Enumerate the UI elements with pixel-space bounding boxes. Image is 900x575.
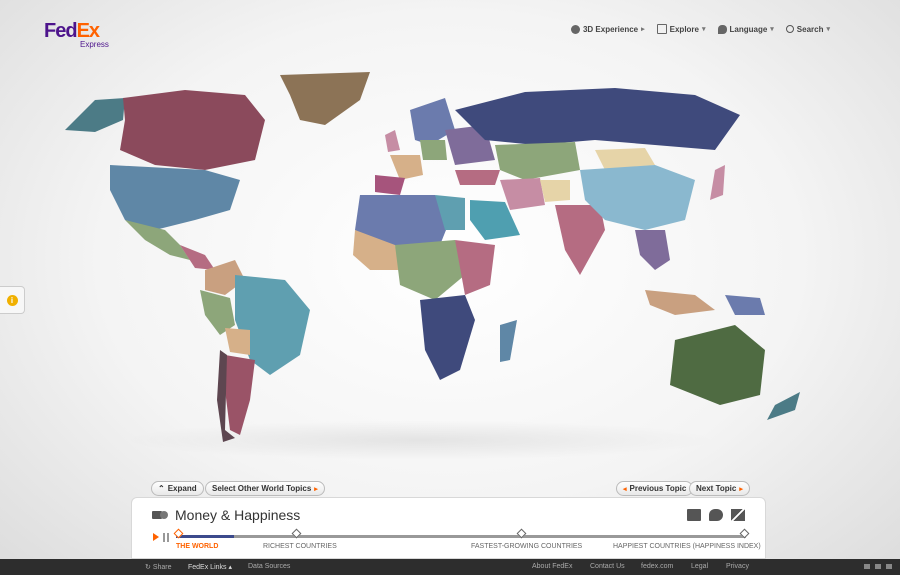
timeline-label-world[interactable]: THE WORLD <box>176 543 218 550</box>
select-topics-button[interactable]: Select Other World Topics ▸ <box>205 481 325 496</box>
logo-sub: Express <box>80 40 109 49</box>
topic-title: Money & Happiness <box>175 507 301 523</box>
country-peru[interactable] <box>200 290 235 335</box>
nav-language[interactable]: Language ▾ <box>717 24 774 34</box>
globe-icon <box>570 24 580 34</box>
timeline-marker[interactable] <box>739 528 750 539</box>
print-icon[interactable] <box>687 509 701 521</box>
topic-panel: Money & Happiness THE WORLD RICHEST COUN… <box>131 497 766 559</box>
select-topics-label: Select Other World Topics <box>212 484 312 493</box>
nav-3d-experience[interactable]: 3D Experience ▸ <box>570 24 645 34</box>
country-bolivia[interactable] <box>225 328 250 355</box>
footer-share-label: Share <box>152 564 172 571</box>
nav-search[interactable]: Search ▾ <box>785 24 830 34</box>
country-france[interactable] <box>390 155 423 180</box>
info-tab[interactable]: i <box>0 286 25 314</box>
rewind-icon[interactable] <box>864 564 870 569</box>
footer-data-sources[interactable]: Data Sources <box>248 563 290 570</box>
sound-icon[interactable] <box>886 564 892 569</box>
nav-search-label: Search <box>796 24 824 34</box>
country-east-africa[interactable] <box>455 240 495 295</box>
timeline-marker[interactable] <box>516 528 527 539</box>
country-canada[interactable] <box>120 90 265 170</box>
info-icon: i <box>6 294 18 306</box>
timeline-label-fastest[interactable]: FASTEST-GROWING COUNTRIES <box>471 543 582 550</box>
country-usa[interactable] <box>110 165 240 230</box>
chevron-right-icon: ▸ <box>641 26 645 33</box>
speech-bubble-icon <box>717 24 727 34</box>
country-germany[interactable] <box>420 140 447 160</box>
expand-label: Expand <box>167 484 197 493</box>
timeline-label-richest[interactable]: RICHEST COUNTRIES <box>263 543 337 550</box>
previous-topic-button[interactable]: ◂ Previous Topic <box>616 481 694 496</box>
next-topic-label: Next Topic <box>696 484 737 493</box>
country-new-guinea[interactable] <box>725 295 765 315</box>
footer-controls <box>864 564 892 569</box>
nav-explore-label: Explore <box>669 24 699 34</box>
country-greenland[interactable] <box>280 72 370 125</box>
logo-ex: Ex <box>76 20 100 42</box>
expand-button[interactable]: ⌃ Expand <box>151 481 204 496</box>
footer-privacy[interactable]: Privacy <box>726 563 749 570</box>
country-indonesia[interactable] <box>645 290 715 315</box>
share-arrows-icon[interactable] <box>731 509 745 521</box>
money-icon <box>152 511 168 519</box>
country-russia[interactable] <box>455 88 740 150</box>
comment-icon[interactable] <box>709 509 723 521</box>
country-central-africa[interactable] <box>395 240 465 300</box>
footer-legal[interactable]: Legal <box>691 563 708 570</box>
chevron-left-icon: ◂ <box>623 485 627 493</box>
footer-contact[interactable]: Contact Us <box>590 563 625 570</box>
top-navigation: 3D Experience ▸ Explore ▾ Language ▾ Sea… <box>570 24 830 34</box>
nav-3d-experience-label: 3D Experience <box>582 24 639 34</box>
footer-bar: ↻ Share FedEx Links ▴ Data Sources About… <box>0 559 900 575</box>
footer-about[interactable]: About FedEx <box>532 563 572 570</box>
sitemap-icon <box>656 24 667 34</box>
country-new-zealand[interactable] <box>767 392 800 420</box>
footer-fedex-links-label: FedEx Links <box>188 564 227 571</box>
topic-timeline[interactable] <box>173 528 750 539</box>
timeline-marker[interactable] <box>291 528 302 539</box>
country-southern-africa[interactable] <box>420 295 475 380</box>
chevron-down-icon: ▾ <box>770 26 774 33</box>
chevron-right-icon: ▸ <box>314 485 318 493</box>
timeline-progress <box>176 535 234 538</box>
country-japan[interactable] <box>710 165 725 200</box>
country-uk[interactable] <box>385 130 400 152</box>
nav-language-label: Language <box>729 24 768 34</box>
chevron-right-icon: ▸ <box>739 485 743 493</box>
country-alaska[interactable] <box>65 98 125 132</box>
country-iran[interactable] <box>500 178 545 210</box>
timeline-label-happiest[interactable]: HAPPIEST COUNTRIES (HAPPINESS INDEX) <box>613 543 761 550</box>
panel-tools <box>687 509 745 521</box>
country-madagascar[interactable] <box>500 320 517 362</box>
footer-site[interactable]: fedex.com <box>641 563 673 570</box>
country-kazakhstan[interactable] <box>495 142 580 180</box>
logo-fed: Fed <box>44 20 78 42</box>
fedex-logo[interactable]: FedEx Express <box>44 20 109 49</box>
search-icon <box>785 25 794 33</box>
country-argentina[interactable] <box>225 355 255 435</box>
pause-icon[interactable] <box>163 533 169 542</box>
chevron-down-icon: ▾ <box>826 26 830 33</box>
next-topic-button[interactable]: Next Topic ▸ <box>689 481 750 496</box>
world-map[interactable] <box>55 70 835 450</box>
previous-topic-label: Previous Topic <box>629 484 687 493</box>
footer-share[interactable]: ↻ Share <box>145 563 172 571</box>
footer-fedex-links[interactable]: FedEx Links ▴ <box>188 563 232 571</box>
nav-explore[interactable]: Explore ▾ <box>656 24 706 34</box>
country-spain[interactable] <box>375 175 405 195</box>
chevron-down-icon: ▾ <box>701 26 706 33</box>
double-chevron-up-icon: ⌃ <box>158 484 165 493</box>
play-icon[interactable] <box>153 533 159 541</box>
country-australia[interactable] <box>670 325 765 405</box>
country-southeast-asia[interactable] <box>635 230 670 270</box>
country-turkey[interactable] <box>455 170 500 185</box>
country-afghanistan[interactable] <box>540 180 570 202</box>
country-india[interactable] <box>555 205 605 275</box>
fullscreen-icon[interactable] <box>875 564 881 569</box>
